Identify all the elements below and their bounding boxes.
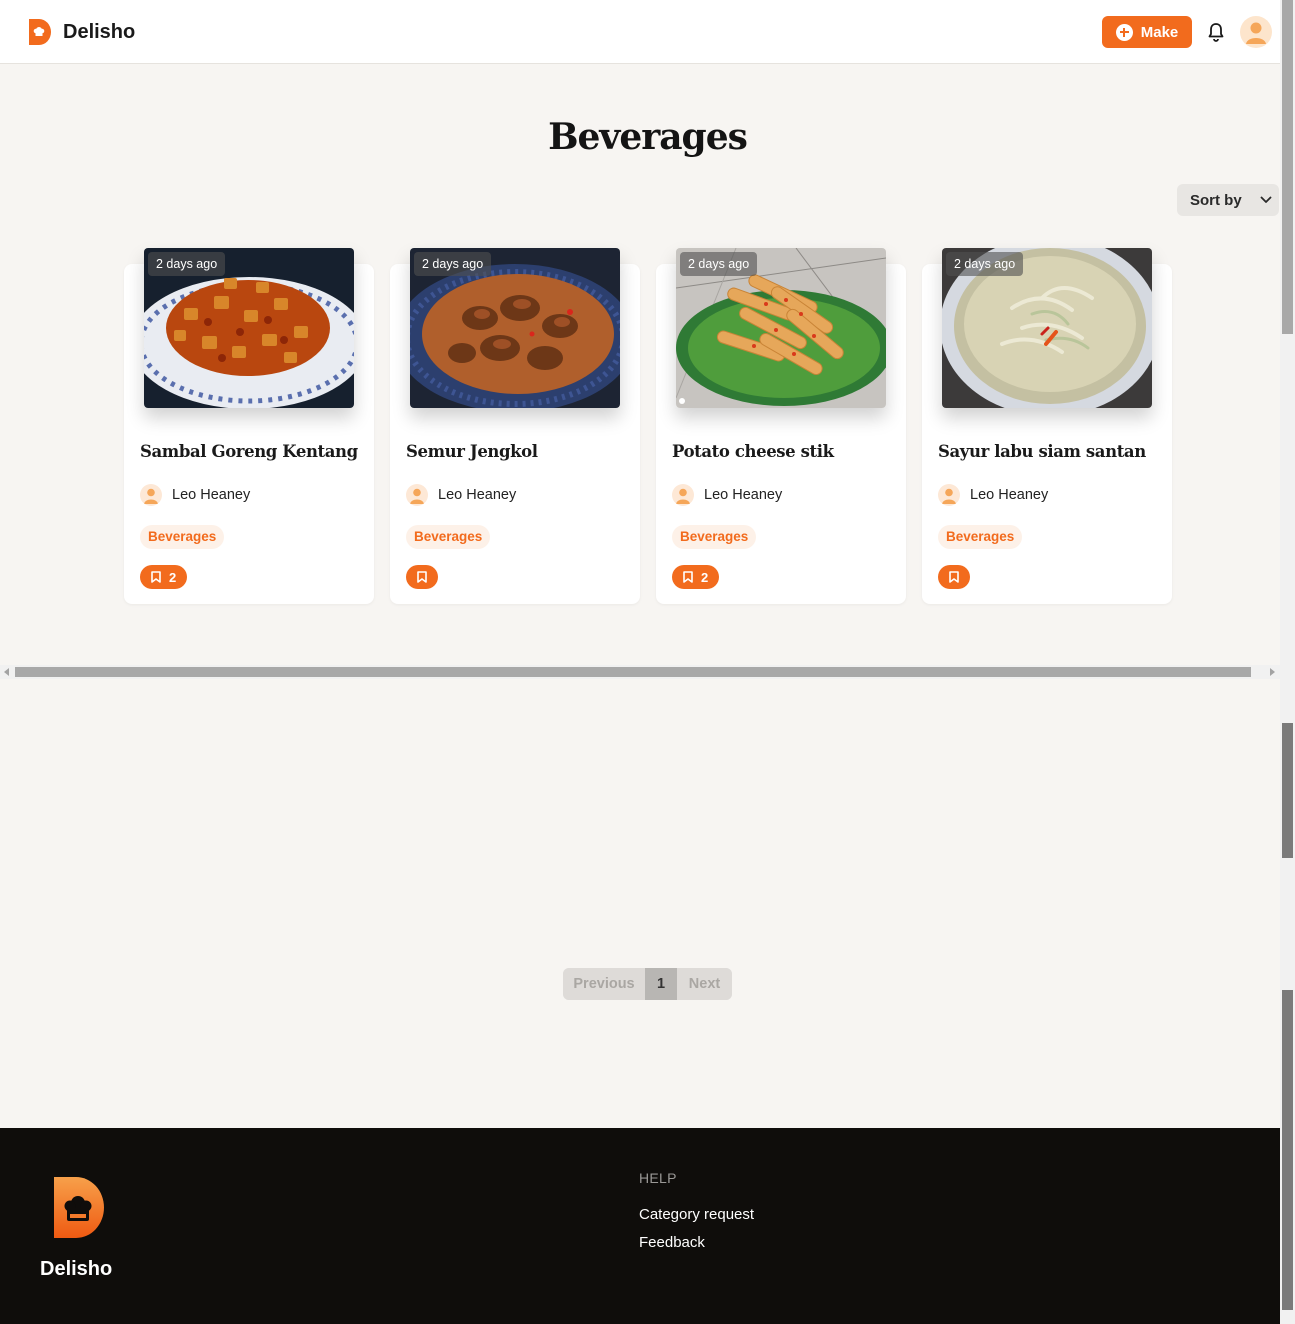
bookmark-button[interactable] [938,565,970,589]
chevron-down-icon [1260,196,1272,203]
bookmark-button[interactable] [406,565,438,589]
recipe-title[interactable]: Sayur labu siam santan [938,442,1146,461]
bookmark-icon [417,571,427,583]
sort-label: Sort by [1190,191,1242,209]
current-page[interactable]: 1 [645,968,677,1000]
brand-name: Delisho [63,20,136,43]
bookmark-count: 2 [701,569,709,585]
bookmark-count: 2 [169,569,177,585]
footer-brand: Delisho [40,1258,113,1280]
pagination: Previous 1 Next [563,968,732,1000]
user-avatar[interactable] [1240,16,1272,48]
author-name: Leo Heaney [172,487,251,503]
plus-circle-icon [1115,23,1133,41]
bookmark-icon [683,571,693,583]
previous-page-button[interactable]: Previous [563,968,645,1000]
bookmark-icon [151,571,161,583]
recipe-image[interactable]: 2 days ago [144,248,354,408]
recipe-title[interactable]: Semur Jengkol [406,442,538,461]
top-nav: Delisho Make [0,0,1280,64]
category-tag[interactable]: Beverages [938,525,1023,549]
bookmark-icon [949,571,959,583]
logo-icon [29,19,51,45]
horizontal-scrollbar[interactable] [0,665,1280,679]
category-tag[interactable]: Beverages [406,525,491,549]
horizontal-scroll-thumb[interactable] [15,667,1251,677]
recipe-card[interactable]: 2 days ago Sayur labu siam santan Leo He… [922,248,1172,604]
author[interactable]: Leo Heaney [406,484,516,506]
category-tag[interactable]: Beverages [672,525,757,549]
author[interactable]: Leo Heaney [938,484,1048,506]
page-title: Beverages [548,116,748,158]
author-name: Leo Heaney [704,487,783,503]
recipe-title[interactable]: Potato cheese stik [672,442,834,461]
recipe-image[interactable]: 2 days ago [410,248,620,408]
bookmark-button[interactable]: 2 [672,565,720,589]
vertical-scroll-thumb[interactable] [1282,0,1293,334]
next-page-button[interactable]: Next [677,968,732,1000]
category-tag[interactable]: Beverages [140,525,225,549]
author-avatar [140,484,162,506]
author-avatar [406,484,428,506]
recipe-title[interactable]: Sambal Goreng Kentang [140,442,358,461]
author-name: Leo Heaney [970,487,1049,503]
feedback-link[interactable]: Feedback [639,1234,705,1251]
recipe-image[interactable]: 2 days ago [942,248,1152,408]
author-avatar [672,484,694,506]
author[interactable]: Leo Heaney [672,484,782,506]
author[interactable]: Leo Heaney [140,484,250,506]
vertical-scroll-thumb-secondary[interactable] [1282,723,1293,858]
vertical-scroll-thumb-footer[interactable] [1282,990,1293,1310]
make-label: Make [1140,23,1179,41]
recipe-card[interactable]: 2 days ago Semur Jengkol Leo Heaney Beve… [390,248,640,604]
time-badge: 2 days ago [946,252,1024,276]
time-badge: 2 days ago [148,252,226,276]
author-avatar [938,484,960,506]
author-name: Leo Heaney [438,487,517,503]
recipe-card[interactable]: 2 days ago Sambal Goreng Kentang Leo Hea… [124,248,374,604]
bookmark-button[interactable]: 2 [140,565,188,589]
bell-icon[interactable] [1204,20,1228,44]
footer: Delisho HELP Category request Feedback [0,1128,1280,1324]
help-heading: HELP [639,1170,677,1186]
recipe-card[interactable]: 2 days ago Potato cheese stik Leo Heaney… [656,248,906,604]
category-request-link[interactable]: Category request [639,1206,754,1223]
time-badge: 2 days ago [680,252,758,276]
sort-by-dropdown[interactable]: Sort by [1177,184,1279,216]
recipe-image[interactable]: 2 days ago [676,248,886,408]
make-button[interactable]: Make [1102,16,1192,48]
logo-icon[interactable] [54,1177,106,1238]
brand[interactable]: Delisho [29,19,135,45]
vertical-scrollbar[interactable] [1280,0,1295,1324]
time-badge: 2 days ago [414,252,492,276]
scroll-right-icon[interactable] [1270,668,1275,676]
scroll-left-icon[interactable] [4,668,9,676]
